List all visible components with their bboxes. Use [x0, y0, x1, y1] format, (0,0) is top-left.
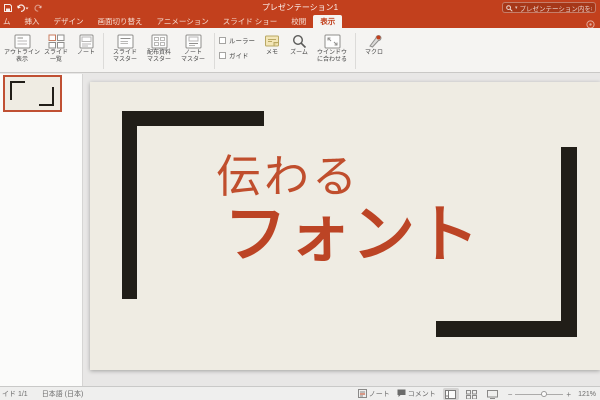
slide-canvas[interactable]: 伝わる フォント [90, 82, 600, 370]
button-label: ノート [183, 50, 202, 56]
tab-review[interactable]: 校閲 [284, 15, 313, 28]
tab-home[interactable]: ム [0, 15, 18, 28]
normal-view-button[interactable] [442, 388, 459, 400]
search-placeholder: プレゼンテーション内を検索 [519, 5, 592, 13]
notes-view-button[interactable]: ノート [73, 32, 99, 57]
outline-view-button[interactable]: アウトライン 表示 [4, 32, 41, 64]
button-label: マスター [146, 57, 171, 63]
zoom-control: − + [508, 390, 571, 399]
ribbon-group-separator [214, 33, 215, 69]
thumb-bracket-bar [52, 87, 54, 106]
memo-button[interactable]: メモ [259, 32, 285, 57]
ribbon-group-separator [355, 33, 356, 69]
title-bar: プレゼンテーション1 ▾ プレゼンテーション内を検索 [0, 0, 600, 15]
handout-master-button[interactable]: 配布資料 マスター [142, 32, 176, 64]
bracket-top-left-vertical[interactable] [122, 111, 137, 299]
ribbon: アウトライン 表示 スライド 一覧 ノート スライド マスター 配布資料 マスタ… [0, 28, 600, 73]
tab-animations[interactable]: アニメーション [150, 15, 216, 28]
slide-title-line2: フォント [224, 199, 480, 270]
zoom-slider-knob[interactable] [541, 390, 548, 397]
workspace: 伝わる フォント [0, 74, 600, 386]
bracket-top-left-horizontal[interactable] [122, 111, 264, 126]
show-group: ルーラー ガイド [219, 32, 259, 60]
notes-toggle[interactable]: ノート [357, 388, 390, 400]
tab-view[interactable]: 表示 [313, 15, 343, 28]
zoom-level-indicator[interactable]: 121% [578, 391, 596, 398]
button-label: マスター [112, 57, 137, 63]
macro-icon [367, 32, 382, 50]
save-icon[interactable] [4, 3, 12, 12]
notes-master-button[interactable]: ノート マスター [176, 32, 210, 64]
button-label: マスター [180, 57, 205, 63]
comments-toggle[interactable]: コメント [397, 389, 436, 400]
button-label: ノート [76, 50, 95, 56]
button-label: アウトライン [4, 50, 41, 56]
search-dropdown-icon: ▾ [515, 4, 518, 11]
button-label: スライド [43, 50, 68, 56]
zoom-out-button[interactable]: − [508, 390, 513, 399]
outline-view-icon [14, 32, 31, 50]
guides-checkbox-box[interactable] [219, 51, 226, 59]
slide-title-text[interactable]: 伝わる フォント [216, 152, 480, 268]
button-label: ズーム [290, 50, 308, 56]
comment-icon [397, 389, 406, 400]
quick-access-toolbar [0, 3, 42, 12]
ruler-checkbox[interactable]: ルーラー [219, 35, 259, 45]
search-input[interactable]: ▾ プレゼンテーション内を検索 [502, 2, 596, 13]
ribbon-tab-bar: ム 挿入 デザイン 画面切り替え アニメーション スライド ショー 校閲 表示 [0, 15, 600, 29]
handout-master-icon [151, 32, 168, 50]
slideshow-view-button[interactable] [485, 388, 501, 400]
zoom-icon [292, 32, 307, 50]
slide-title-line1: 伝わる [216, 151, 361, 202]
status-bar: イド 1/1 日本語 (日本) ノート コメント − + 121% [0, 386, 600, 400]
undo-icon[interactable] [17, 3, 29, 12]
button-label: 一覧 [49, 57, 62, 63]
view-switcher [442, 388, 501, 400]
tab-transitions[interactable]: 画面切り替え [91, 15, 150, 28]
fit-to-window-icon [324, 32, 341, 50]
comments-toggle-label: コメント [407, 391, 436, 398]
button-label: スライド [112, 50, 137, 56]
notes-master-icon [185, 32, 202, 50]
slide-sorter-icon [48, 32, 65, 50]
button-label: 配布資料 [146, 50, 171, 56]
ribbon-group-separator [103, 33, 104, 69]
slide-number-indicator: イド 1/1 [2, 391, 28, 398]
slide-sorter-button[interactable]: スライド 一覧 [39, 32, 73, 64]
ruler-checkbox-box[interactable] [219, 36, 226, 44]
guides-checkbox[interactable]: ガイド [219, 50, 259, 60]
button-label: ウインドウ [316, 50, 347, 56]
zoom-in-button[interactable]: + [566, 390, 571, 399]
tab-design[interactable]: デザイン [47, 15, 91, 28]
button-label: に合わせる [316, 57, 347, 63]
slide-thumbnail-panel[interactable] [0, 74, 83, 386]
redo-icon[interactable] [34, 4, 42, 12]
bracket-bottom-right-horizontal[interactable] [436, 321, 577, 337]
slide-master-icon [117, 32, 134, 50]
thumb-bracket-bar [10, 81, 25, 83]
zoom-slider[interactable] [515, 390, 564, 397]
memo-icon [264, 32, 280, 50]
zoom-button[interactable]: ズーム [285, 32, 313, 57]
button-label: マクロ [364, 50, 383, 56]
tab-insert[interactable]: 挿入 [18, 15, 47, 28]
notes-icon [357, 388, 367, 400]
notes-view-icon [79, 32, 94, 50]
slide-master-button[interactable]: スライド マスター [108, 32, 142, 64]
language-indicator[interactable]: 日本語 (日本) [42, 389, 84, 399]
slide-sorter-view-button[interactable] [464, 388, 480, 400]
macro-button[interactable]: マクロ [360, 32, 388, 57]
bracket-bottom-right-vertical[interactable] [561, 147, 577, 337]
thumb-bracket-bar [10, 81, 12, 100]
tab-slideshow[interactable]: スライド ショー [216, 15, 285, 28]
fit-to-window-button[interactable]: ウインドウ に合わせる [313, 32, 351, 64]
button-label: 表示 [15, 57, 28, 63]
ruler-checkbox-label: ルーラー [229, 38, 255, 45]
button-label: メモ [265, 50, 278, 56]
slide-thumbnail-1[interactable] [3, 75, 62, 112]
guides-checkbox-label: ガイド [229, 53, 249, 60]
notes-toggle-label: ノート [368, 391, 390, 398]
